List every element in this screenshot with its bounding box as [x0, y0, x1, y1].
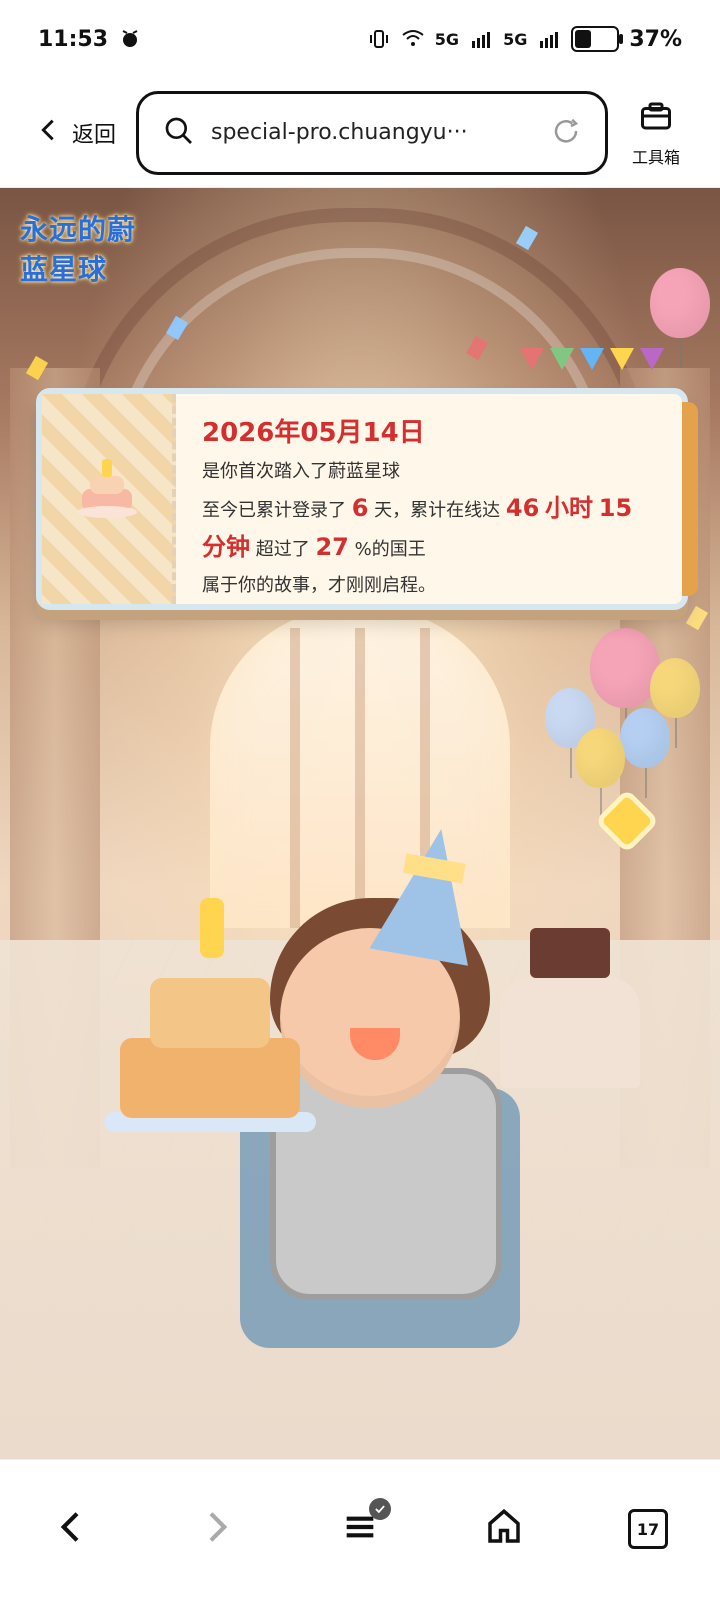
game-logo: 永远的蔚蓝星球	[20, 208, 160, 288]
online-minutes-unit: 分钟	[202, 533, 250, 561]
status-right: 5G 5G 37%	[367, 26, 682, 52]
battery-tip	[619, 34, 624, 44]
alarm-icon	[118, 27, 142, 51]
nav-tabs-button[interactable]: 17	[603, 1484, 693, 1574]
vibrate-icon	[367, 27, 391, 51]
search-icon	[163, 115, 195, 151]
back-button[interactable]: 返回	[16, 103, 136, 163]
bunting-flag	[520, 348, 544, 370]
line3-mid: 超过了	[255, 539, 310, 560]
home-icon	[483, 1506, 525, 1552]
signal-icon-1	[469, 27, 493, 51]
cake-icon	[77, 459, 137, 518]
status-time: 11:53	[38, 26, 109, 52]
status-bar: 11:53 5G 5G 37%	[0, 0, 720, 78]
bunting-flag	[640, 348, 664, 370]
confetti-icon	[515, 225, 539, 251]
wifi-icon	[401, 27, 425, 51]
browser-page: 11:53 5G 5G 37% 返回 special-pro.chuangyu·…	[0, 0, 720, 1598]
line3-suffix: %的国王	[354, 539, 426, 560]
reload-icon[interactable]	[551, 116, 581, 150]
online-minutes: 15	[598, 494, 633, 522]
network-label-1: 5G	[434, 29, 460, 49]
login-days: 6	[351, 494, 369, 522]
chevron-right-icon	[196, 1507, 236, 1551]
bunting-flags	[520, 348, 680, 388]
menu-badge-check-icon	[369, 1498, 391, 1520]
balloon-icon	[590, 628, 660, 738]
nav-home-button[interactable]	[459, 1484, 549, 1574]
cake-candle-icon	[200, 898, 224, 958]
login-summary-card: 2026年05月14日 是你首次踏入了蔚蓝星球 至今已累计登录了 6 天，累计在…	[36, 388, 698, 610]
back-label: 返回	[72, 122, 117, 148]
url-text[interactable]: special-pro.chuangyu···	[211, 120, 535, 145]
card-line-3: 分钟 超过了 27 %的国王	[202, 534, 664, 563]
first-login-date: 2026年05月14日	[202, 418, 425, 448]
toolbox-label: 工具箱	[631, 147, 680, 167]
toolbox-icon	[638, 98, 674, 138]
nav-menu-button[interactable]	[315, 1484, 405, 1574]
event-content: 永远的蔚蓝星球 2026年05月14日 是你首次踏入了蔚蓝星球 至今已累计登录了…	[0, 188, 720, 1460]
cake-tier-1	[120, 1038, 300, 1118]
battery-percent: 37%	[629, 26, 682, 52]
status-left: 11:53	[38, 27, 142, 52]
network-label-2: 5G	[503, 29, 528, 49]
balloon-icon	[650, 268, 710, 368]
line2-prefix: 至今已累计登录了	[202, 500, 346, 521]
cake-tier-2	[150, 978, 270, 1048]
card-line-2: 至今已累计登录了 6 天，累计在线达 46 小时 15	[202, 495, 664, 524]
card-text: 2026年05月14日 是你首次踏入了蔚蓝星球 至今已累计登录了 6 天，累计在…	[176, 394, 682, 604]
bunting-flag	[610, 348, 634, 370]
hero-character	[104, 708, 560, 1408]
bunting-flag	[580, 348, 604, 370]
balloon-icon	[650, 658, 700, 748]
balloon-icon	[575, 728, 625, 818]
address-bar[interactable]: special-pro.chuangyu···	[136, 90, 608, 175]
rank-percent: 27	[315, 533, 349, 561]
chevron-left-icon	[34, 116, 62, 150]
battery-icon	[571, 26, 624, 52]
online-hours-unit: 小时	[545, 494, 594, 522]
toolbox-button[interactable]: 工具箱	[608, 98, 704, 168]
game-logo-text: 永远的蔚蓝星球	[20, 213, 137, 286]
chevron-left-icon	[52, 1507, 92, 1551]
card-line-4: 属于你的故事，才刚刚启程。	[202, 575, 436, 596]
card-left-panel	[42, 394, 176, 604]
card-line-1: 是你首次踏入了蔚蓝星球	[202, 461, 400, 482]
bunting-flag	[550, 348, 574, 370]
nav-forward-button[interactable]	[171, 1484, 261, 1574]
big-cake	[104, 898, 316, 1132]
browser-toolbar: 返回 special-pro.chuangyu··· 工具箱	[0, 78, 720, 188]
battery-fill	[575, 30, 592, 48]
online-hours: 46	[505, 494, 540, 522]
nav-back-button[interactable]	[27, 1484, 117, 1574]
signal-icon-2	[537, 27, 561, 51]
bottom-navigation: 17	[0, 1459, 720, 1598]
balloon-icon	[620, 708, 670, 798]
tab-count-icon: 17	[628, 1509, 668, 1549]
line2-mid: 天，累计在线达	[374, 500, 501, 521]
